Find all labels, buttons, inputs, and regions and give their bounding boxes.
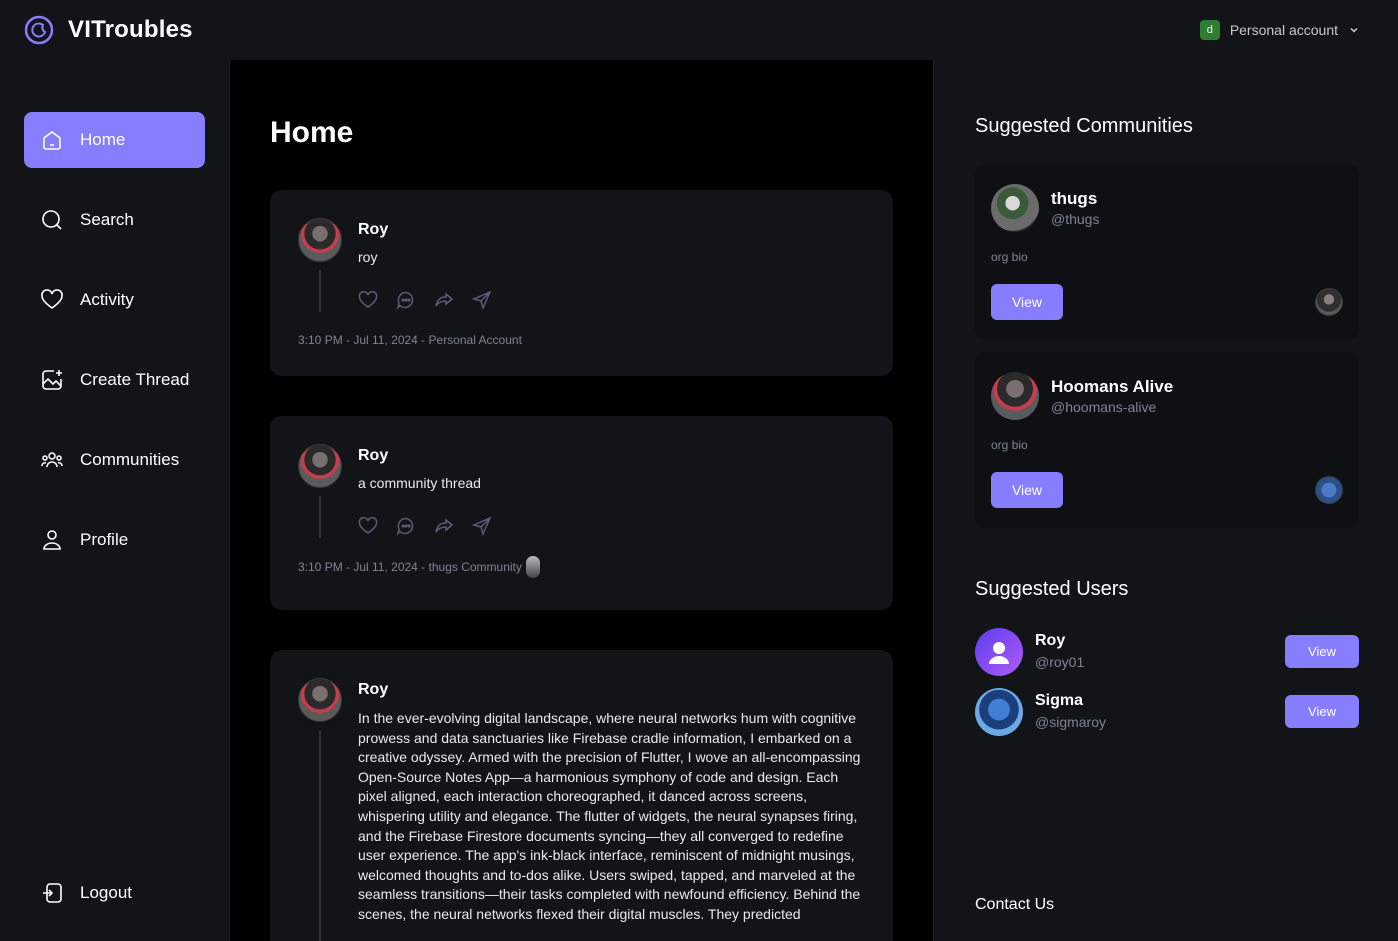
- share-icon[interactable]: [472, 516, 492, 536]
- thread-card: Roy In the ever-evolving digital landsca…: [270, 650, 893, 941]
- community-handle: @thugs: [1051, 211, 1100, 227]
- member-avatar: [1315, 288, 1343, 316]
- suggested-user-row: Sigma @sigmaroy View: [975, 688, 1359, 738]
- reply-icon[interactable]: [396, 290, 416, 310]
- nav-communities-label: Communities: [80, 450, 180, 469]
- thread-line: [319, 270, 321, 312]
- view-user-button[interactable]: View: [1285, 695, 1359, 728]
- nav-create-thread-label: Create Thread: [80, 370, 190, 389]
- community-name[interactable]: Hoomans Alive: [1051, 377, 1173, 397]
- thread-content: a community thread: [358, 475, 481, 491]
- heart-icon[interactable]: [358, 516, 378, 536]
- contact-us-link[interactable]: Contact Us: [975, 896, 1054, 914]
- repost-icon[interactable]: [434, 290, 454, 310]
- suggested-user-row: Roy @roy01 View: [975, 628, 1359, 678]
- nav-profile-label: Profile: [80, 530, 129, 549]
- create-thread-icon: [42, 370, 62, 390]
- thread-line: [319, 730, 321, 941]
- community-bio: org bio: [991, 438, 1028, 452]
- suggested-communities-title: Suggested Communities: [975, 115, 1193, 137]
- nav-create-thread[interactable]: Create Thread: [24, 352, 205, 408]
- suggested-users-title: Suggested Users: [975, 578, 1129, 600]
- thread-content: In the ever-evolving digital landscape, …: [358, 710, 861, 922]
- heart-icon[interactable]: [358, 290, 378, 310]
- user-avatar[interactable]: [975, 688, 1023, 736]
- nav-profile[interactable]: Profile: [24, 512, 205, 568]
- community-avatar: [525, 556, 540, 578]
- repost-icon[interactable]: [434, 516, 454, 536]
- logo-icon: [24, 15, 54, 45]
- view-community-button[interactable]: View: [991, 284, 1063, 320]
- communities-icon: [41, 452, 63, 468]
- user-icon: [43, 530, 61, 550]
- community-card: Hoomans Alive @hoomans-alive org bio Vie…: [975, 352, 1359, 528]
- main-feed: Home Roy roy 3:10 PM - Jul 11, 2024 - Pe…: [230, 60, 933, 941]
- page-title: Home: [270, 116, 354, 149]
- member-avatar: [1315, 476, 1343, 504]
- brand-name: VITroubles: [68, 16, 193, 43]
- thread-author[interactable]: Roy: [358, 447, 388, 465]
- account-switcher[interactable]: d Personal account: [1199, 20, 1360, 40]
- user-name[interactable]: Roy: [1035, 632, 1065, 650]
- community-bio: org bio: [991, 250, 1028, 264]
- community-avatar[interactable]: [991, 184, 1039, 232]
- nav-search[interactable]: Search: [24, 192, 205, 248]
- thread-card: Roy roy 3:10 PM - Jul 11, 2024 - Persona…: [270, 190, 893, 376]
- search-icon: [42, 210, 62, 230]
- author-avatar[interactable]: [298, 218, 342, 262]
- logout-label: Logout: [80, 883, 132, 902]
- nav-search-label: Search: [80, 210, 134, 229]
- nav-activity[interactable]: Activity: [24, 272, 205, 328]
- left-sidebar: Home Search Activity Create Thread Commu…: [0, 60, 230, 941]
- logout-icon: [43, 883, 62, 903]
- topbar: VITroubles d Personal account: [0, 0, 1398, 60]
- author-avatar[interactable]: [298, 444, 342, 488]
- account-label: Personal account: [1229, 22, 1338, 38]
- view-community-button[interactable]: View: [991, 472, 1063, 508]
- user-handle: @sigmaroy: [1035, 714, 1107, 730]
- account-avatar: d: [1199, 20, 1220, 40]
- user-avatar[interactable]: [975, 628, 1023, 676]
- community-name[interactable]: thugs: [1051, 189, 1097, 209]
- thread-actions: [358, 516, 492, 536]
- thread-content: roy: [358, 249, 378, 265]
- thread-meta: 3:10 PM - Jul 11, 2024 - Personal Accoun…: [298, 333, 522, 347]
- thread-author[interactable]: Roy: [358, 681, 388, 699]
- thread-timestamp: 3:10 PM - Jul 11, 2024 - Personal Accoun…: [298, 333, 522, 347]
- share-icon[interactable]: [472, 290, 492, 310]
- brand[interactable]: VITroubles: [24, 15, 193, 45]
- thread-author[interactable]: Roy: [358, 221, 388, 239]
- nav-home[interactable]: Home: [24, 112, 205, 168]
- home-icon: [43, 131, 61, 150]
- thread-actions: [358, 290, 492, 310]
- nav-activity-label: Activity: [80, 290, 134, 309]
- thread-line: [319, 496, 321, 538]
- thread-card: Roy a community thread 3:10 PM - Jul 11,…: [270, 416, 893, 610]
- view-user-button[interactable]: View: [1285, 635, 1359, 668]
- community-card: thugs @thugs org bio View: [975, 164, 1359, 340]
- user-name[interactable]: Sigma: [1035, 692, 1083, 710]
- heart-icon: [41, 289, 63, 309]
- default-avatar-icon: [989, 642, 1009, 664]
- nav-home-label: Home: [80, 130, 126, 149]
- community-avatar[interactable]: [991, 372, 1039, 420]
- author-avatar[interactable]: [298, 678, 342, 722]
- right-sidebar: Suggested Communities thugs @thugs org b…: [933, 60, 1398, 941]
- nav-communities[interactable]: Communities: [24, 432, 205, 488]
- community-handle: @hoomans-alive: [1051, 399, 1157, 415]
- community-meta[interactable]: 3:10 PM - Jul 11, 2024 - thugs Community: [298, 556, 540, 578]
- logout-button[interactable]: Logout: [24, 865, 205, 921]
- user-handle: @roy01: [1035, 654, 1085, 670]
- reply-icon[interactable]: [396, 516, 416, 536]
- thread-timestamp: 3:10 PM - Jul 11, 2024 - thugs Community: [298, 560, 522, 574]
- chevron-down-icon: [1350, 27, 1358, 33]
